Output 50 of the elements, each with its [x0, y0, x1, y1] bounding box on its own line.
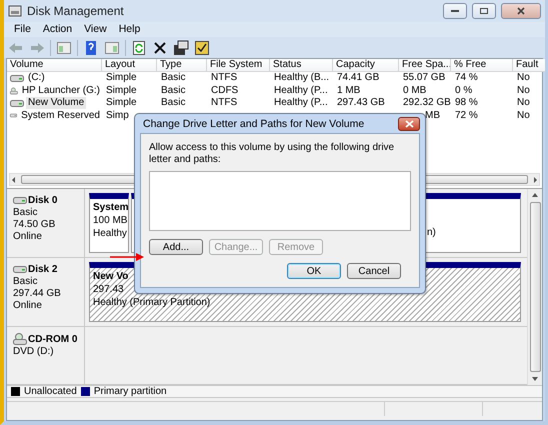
partition-info: Healthy: [93, 228, 127, 240]
partition-info: 297.43: [93, 284, 124, 296]
disk-info: DVD (D:): [13, 346, 55, 358]
table-cell-text: Healthy (P...: [273, 84, 329, 97]
table-cell-text: Simple: [105, 84, 138, 97]
disk-info: Online: [13, 231, 43, 242]
table-cell-text: Basic: [160, 72, 186, 84]
table-cell-text: Simple: [105, 72, 138, 84]
table-cell-text: Simp: [105, 110, 130, 122]
legend-label: Primary partition: [94, 386, 167, 397]
table-cell-text: Simple: [105, 97, 138, 110]
partition-info: Healthy (Primary Partition): [93, 297, 210, 310]
table-cell-text: NTFS: [210, 97, 238, 110]
table-cell-text: 72 %: [454, 110, 479, 122]
table-cell-text: 0 MB: [402, 84, 428, 97]
table-cell-text: 98 %: [454, 97, 479, 110]
table-cell-text: 1 MB: [336, 84, 362, 97]
disk-name: Disk 2: [28, 264, 58, 276]
partition-info: n): [426, 227, 436, 240]
table-cell-text: Basic: [160, 84, 186, 97]
table-cell-text: 55.07 GB: [402, 72, 446, 84]
table-cell-text: 74 %: [454, 72, 479, 84]
partition-name: New Vo: [93, 271, 128, 284]
window-title: Disk Management: [27, 4, 125, 18]
partition-info: 100 MB: [93, 215, 128, 227]
table-cell-text: Basic: [160, 97, 186, 110]
table-cell-text: CDFS: [210, 84, 240, 97]
dialog-title: Change Drive Letter and Paths for New Volume: [143, 118, 366, 130]
legend-label: Unallocated: [24, 386, 77, 397]
disk-info: 74.50 GB: [13, 219, 56, 230]
table-cell-text: 297.43 GB: [336, 97, 386, 110]
dialog-prompt: Allow access to this volume by using the following drive letter and paths:: [149, 142, 396, 166]
disk-info: Online: [13, 300, 43, 312]
disk-info: Basic: [13, 276, 38, 288]
disk-info: 297.44 GB: [13, 288, 62, 300]
partition-name: System: [93, 202, 128, 214]
table-cell-text: 74.41 GB: [336, 72, 380, 84]
table-cell-text: 292.32 GB: [402, 97, 451, 110]
table-cell-text: No: [516, 72, 531, 84]
disk-info: Basic: [13, 207, 38, 218]
table-cell-text: NTFS: [210, 72, 238, 84]
disk-name: CD-ROM 0: [28, 334, 78, 345]
disk-name: Disk 0: [28, 195, 58, 206]
table-cell-text: No: [516, 110, 531, 122]
table-cell-text: No: [516, 97, 531, 110]
table-cell-text: MB: [424, 110, 441, 122]
table-cell-text: 0 %: [454, 84, 474, 97]
table-cell-text: No: [516, 84, 531, 97]
table-cell-text: Healthy (B...: [273, 72, 330, 84]
table-cell-text: Healthy (P...: [273, 97, 329, 110]
